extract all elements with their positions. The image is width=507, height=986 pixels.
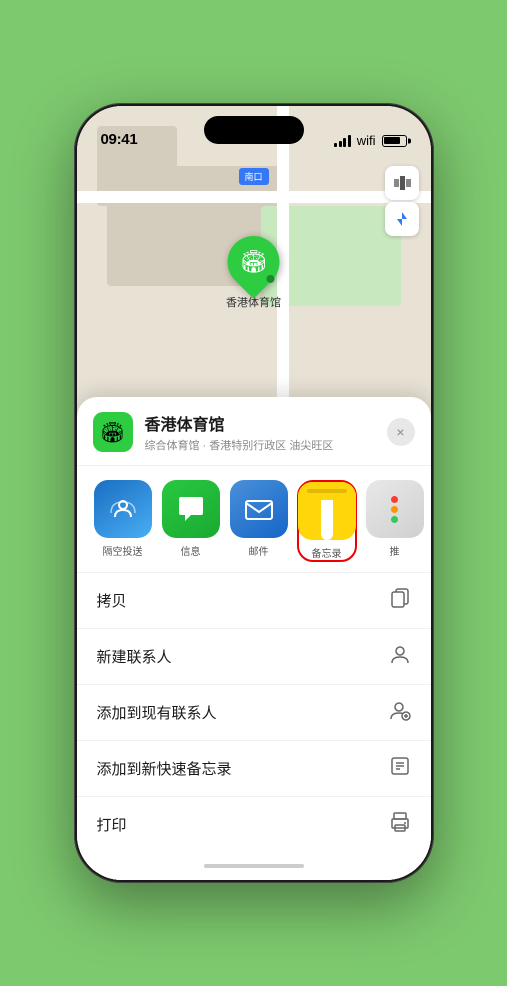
signal-icon (334, 135, 351, 147)
more-icon[interactable] (366, 480, 424, 538)
airdrop-icon[interactable] (94, 480, 152, 538)
phone-screen: 09:41 wifi (77, 106, 431, 880)
add-contact-icon (389, 699, 411, 726)
messages-label: 信息 (181, 543, 201, 558)
more-circles (391, 496, 398, 523)
wifi-icon: wifi (357, 133, 376, 148)
new-contact-label: 新建联系人 (97, 646, 172, 667)
battery-icon (382, 135, 407, 147)
print-label: 打印 (97, 814, 127, 835)
print-icon (389, 811, 411, 838)
status-icons: wifi (334, 133, 406, 148)
location-button[interactable] (385, 202, 419, 236)
map-controls (385, 166, 419, 236)
location-venue-icon: 🏟 (93, 412, 133, 452)
menu-item-copy[interactable]: 拷贝 (77, 573, 431, 629)
phone-frame: 09:41 wifi (74, 103, 434, 883)
share-item-mail[interactable]: 邮件 (229, 480, 289, 562)
bottom-sheet: 🏟 香港体育馆 综合体育馆 · 香港特别行政区 油尖旺区 × (77, 397, 431, 880)
stadium-marker: 🏟 香港体育馆 (226, 236, 281, 310)
quick-note-icon (389, 755, 411, 782)
notes-icon[interactable] (298, 482, 356, 540)
menu-item-print[interactable]: 打印 (77, 797, 431, 852)
share-item-notes[interactable]: 备忘录 (297, 480, 357, 562)
home-indicator (77, 852, 431, 880)
menu-item-add-quick-note[interactable]: 添加到新快速备忘录 (77, 741, 431, 797)
notes-label: 备忘录 (312, 545, 342, 560)
venue-description: 综合体育馆 · 香港特别行政区 油尖旺区 (145, 437, 387, 453)
stadium-icon: 🏟 (240, 249, 268, 275)
marker-pin: 🏟 (217, 225, 291, 299)
copy-icon (389, 587, 411, 614)
status-time: 09:41 (101, 131, 138, 148)
menu-list: 拷贝 新建联系人 (77, 573, 431, 852)
location-info: 香港体育馆 综合体育馆 · 香港特别行政区 油尖旺区 (145, 411, 387, 453)
mail-icon[interactable] (230, 480, 288, 538)
share-item-airdrop[interactable]: 隔空投送 (93, 480, 153, 562)
messages-icon[interactable] (162, 480, 220, 538)
close-button[interactable]: × (387, 418, 415, 446)
share-actions-row: 隔空投送 信息 (77, 466, 431, 573)
venue-name: 香港体育馆 (145, 411, 387, 435)
share-item-more[interactable]: 推 (365, 480, 425, 562)
add-existing-contact-label: 添加到现有联系人 (97, 702, 217, 723)
more-label: 推 (390, 543, 400, 558)
dynamic-island (204, 116, 304, 144)
map-type-button[interactable] (385, 166, 419, 200)
new-contact-icon (389, 643, 411, 670)
share-item-messages[interactable]: 信息 (161, 480, 221, 562)
mail-label: 邮件 (249, 543, 269, 558)
airdrop-label: 隔空投送 (103, 543, 143, 558)
menu-item-add-existing-contact[interactable]: 添加到现有联系人 (77, 685, 431, 741)
location-card: 🏟 香港体育馆 综合体育馆 · 香港特别行政区 油尖旺区 × (77, 397, 431, 466)
home-bar (204, 864, 304, 868)
map-entrance-label: 南口 (238, 168, 268, 185)
menu-item-new-contact[interactable]: 新建联系人 (77, 629, 431, 685)
add-quick-note-label: 添加到新快速备忘录 (97, 758, 232, 779)
copy-label: 拷贝 (97, 590, 127, 611)
